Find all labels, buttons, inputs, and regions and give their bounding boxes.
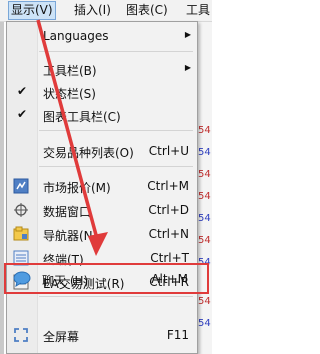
annotation-arrow xyxy=(36,19,108,256)
